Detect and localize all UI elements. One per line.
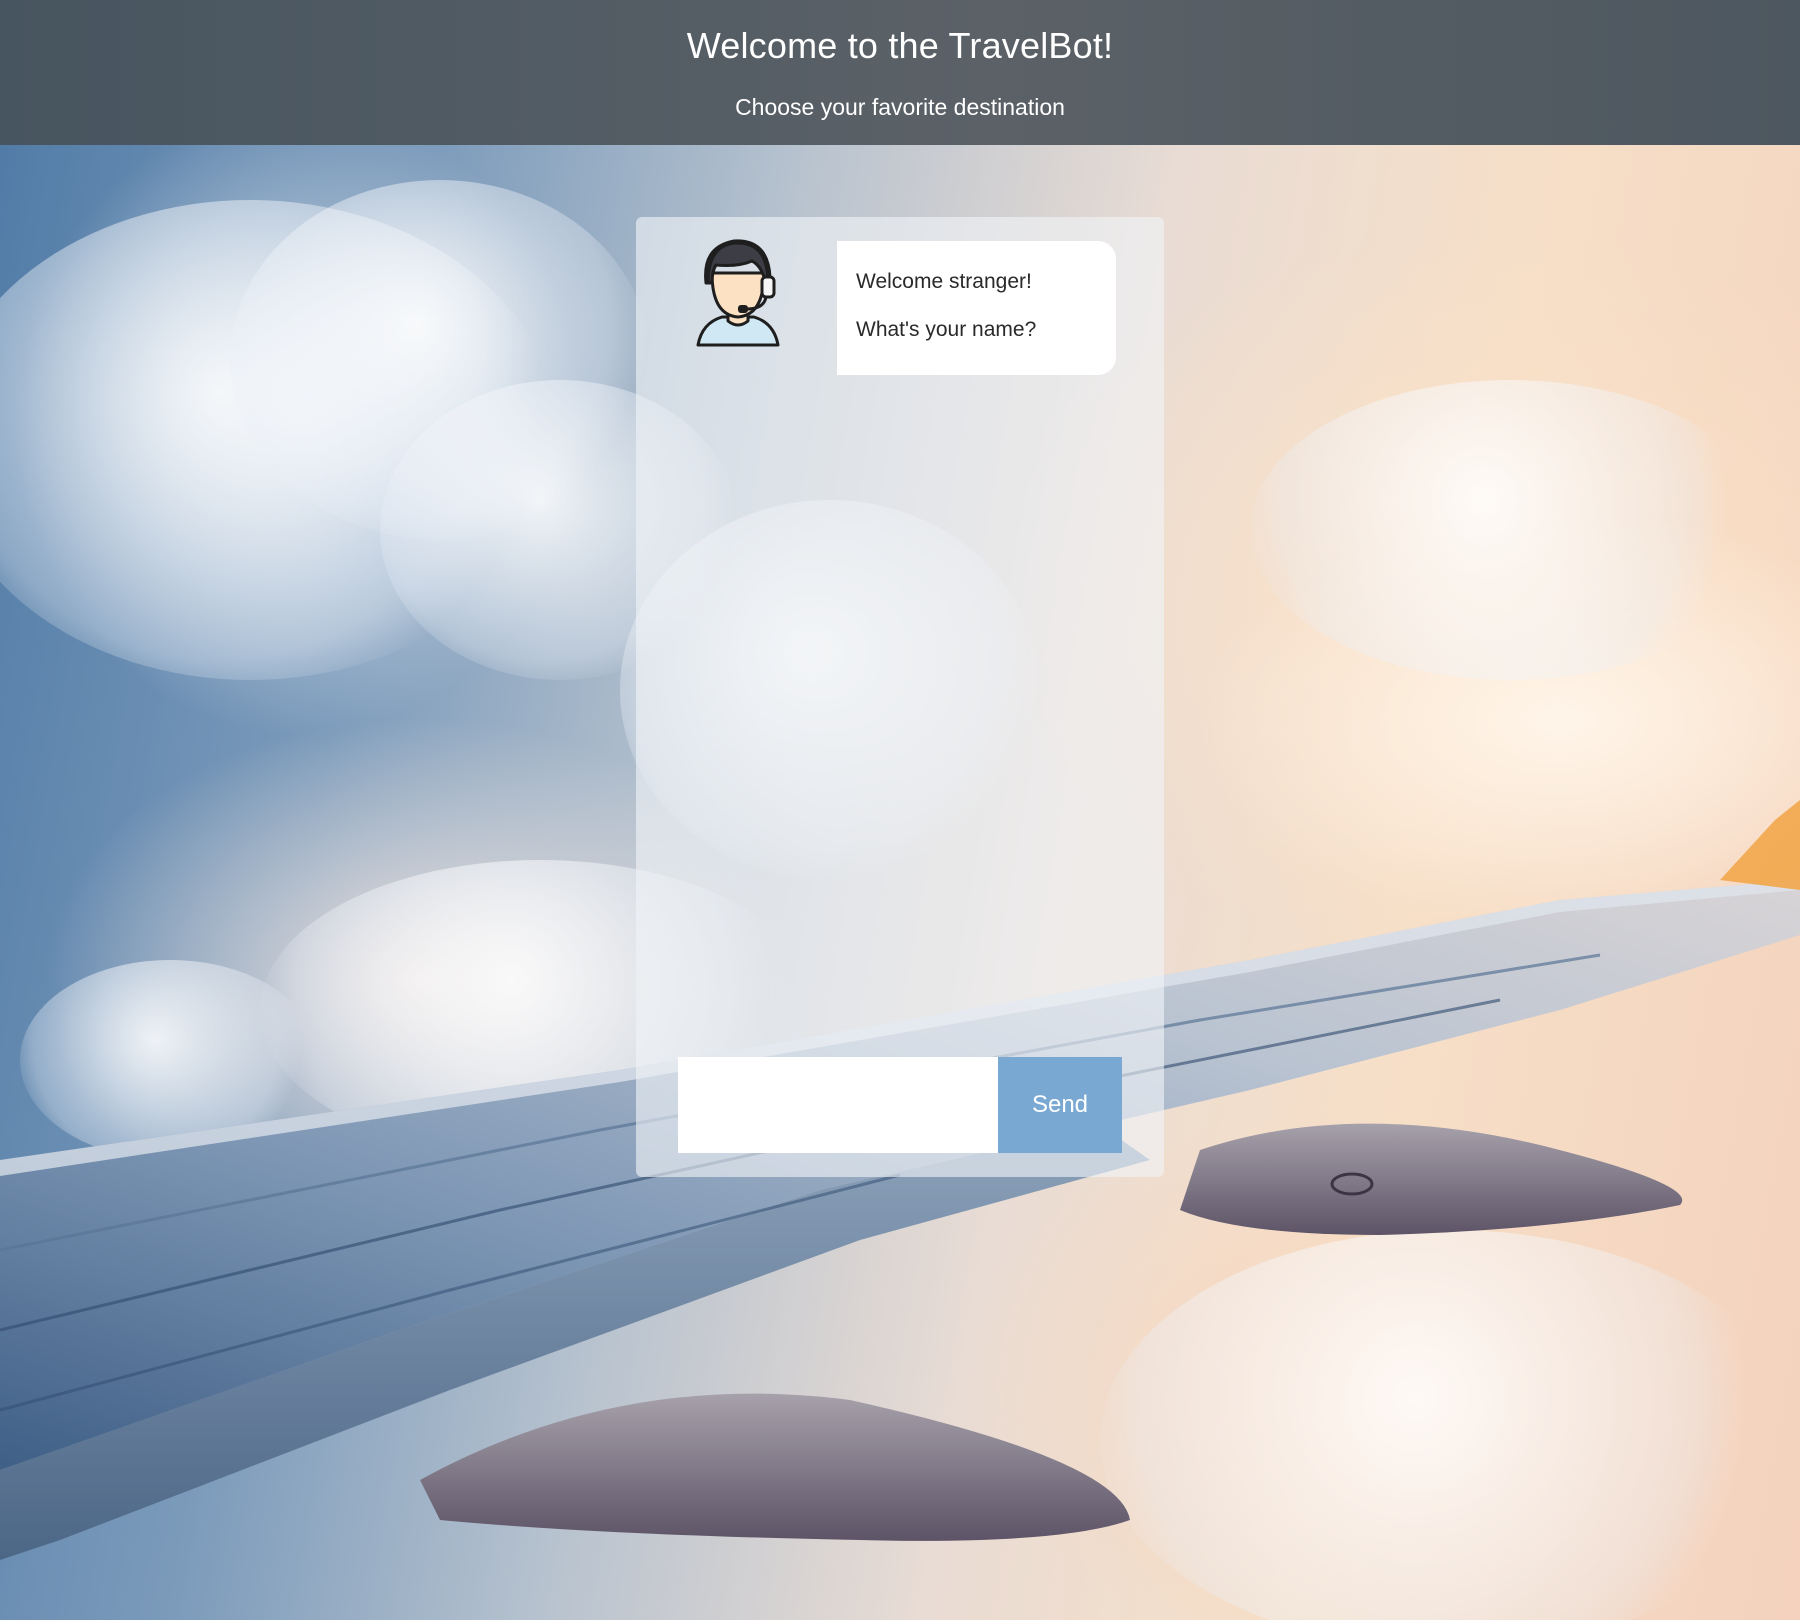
page-header: Welcome to the TravelBot! Choose your fa…	[0, 0, 1800, 145]
bot-message-bubble: Welcome stranger! What's your name?	[837, 241, 1116, 375]
send-button[interactable]: Send	[998, 1057, 1122, 1153]
bot-message-line: Welcome stranger!	[856, 270, 1032, 293]
page-title: Welcome to the TravelBot!	[686, 25, 1114, 66]
message-input[interactable]	[678, 1057, 998, 1153]
support-agent-headset-icon	[696, 239, 780, 347]
chat-panel: Welcome stranger! What's your name? Send	[636, 217, 1164, 1177]
bot-message-line: What's your name?	[856, 318, 1037, 341]
page-subtitle: Choose your favorite destination	[735, 94, 1065, 120]
